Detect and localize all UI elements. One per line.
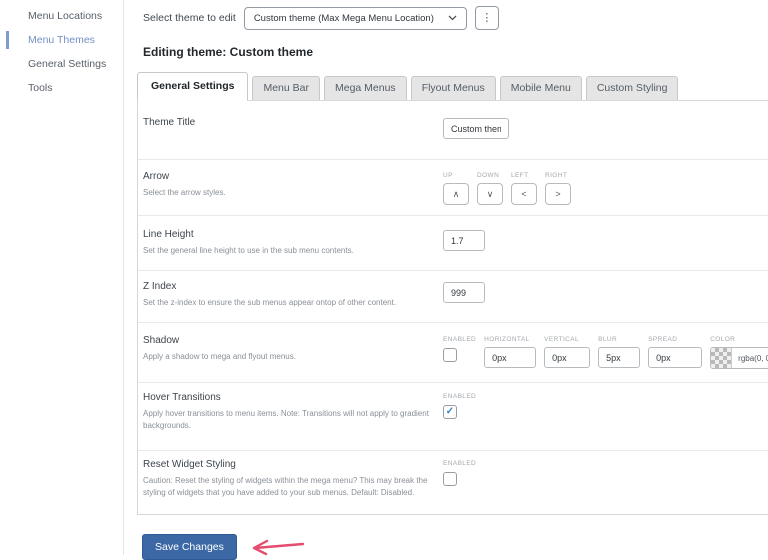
setting-row-shadow: Shadow Apply a shadow to mega and flyout… xyxy=(138,323,768,383)
arrow-down-label: DOWN xyxy=(477,172,500,179)
reset-widget-styling-label: Reset Widget Styling xyxy=(143,459,236,470)
line-height-label: Line Height xyxy=(143,229,194,240)
arrow-up-select[interactable]: ∧ xyxy=(443,183,469,205)
reset-widget-styling-enabled-label: ENABLED xyxy=(443,460,477,467)
tab-flyout-menus[interactable]: Flyout Menus xyxy=(410,76,496,100)
hover-transitions-enabled-label: ENABLED xyxy=(443,393,477,400)
arrow-right-glyph: > xyxy=(555,189,561,199)
z-index-description: Set the z-index to ensure the sub menus … xyxy=(143,298,397,307)
hover-transitions-label: Hover Transitions xyxy=(143,392,221,403)
shadow-blur-input[interactable] xyxy=(598,347,641,368)
sidebar-item-menu-themes[interactable]: Menu Themes xyxy=(0,28,123,52)
setting-row-line-height: Line Height Set the general line height … xyxy=(138,216,768,271)
tab-custom-styling[interactable]: Custom Styling xyxy=(585,76,679,100)
shadow-spread-label: SPREAD xyxy=(648,336,678,343)
save-area: Save Changes xyxy=(142,534,768,560)
theme-select-value: Custom theme (Max Mega Menu Location) xyxy=(253,12,434,24)
arrow-label: Arrow xyxy=(143,171,170,182)
tab-mobile-menu[interactable]: Mobile Menu xyxy=(499,76,582,100)
annotation-arrow-icon xyxy=(252,539,305,556)
arrow-left-glyph: < xyxy=(521,189,527,199)
arrow-left-label: LEFT xyxy=(511,172,529,179)
main-content: Select theme to edit Custom theme (Max M… xyxy=(124,0,768,560)
shadow-blur-label: BLUR xyxy=(598,336,618,343)
shadow-vertical-input[interactable] xyxy=(544,347,591,368)
sidebar-item-general-settings[interactable]: General Settings xyxy=(0,52,123,76)
arrow-down-select[interactable]: ∨ xyxy=(477,183,503,205)
shadow-horizontal-label: HORIZONTAL xyxy=(484,336,530,343)
theme-title-input[interactable] xyxy=(443,118,509,139)
arrow-up-glyph: ∧ xyxy=(452,188,460,199)
chevron-down-icon xyxy=(448,15,457,21)
reset-widget-styling-checkbox[interactable] xyxy=(443,472,457,486)
tab-menu-bar[interactable]: Menu Bar xyxy=(252,76,320,100)
line-height-description: Set the general line height to use in th… xyxy=(143,246,354,255)
hover-transitions-checkbox[interactable] xyxy=(443,405,457,419)
shadow-label: Shadow xyxy=(143,335,180,346)
kebab-icon: ⋮ xyxy=(481,11,493,24)
arrow-right-select[interactable]: > xyxy=(545,183,571,205)
shadow-vertical-label: VERTICAL xyxy=(544,336,580,343)
arrow-up-label: UP xyxy=(443,172,453,179)
theme-options-kebab-button[interactable]: ⋮ xyxy=(474,6,499,30)
hover-transitions-description: Apply hover transitions to menu items. N… xyxy=(143,409,429,430)
arrow-left-select[interactable]: < xyxy=(511,183,537,205)
save-changes-button[interactable]: Save Changes xyxy=(142,534,237,560)
transparency-swatch xyxy=(711,348,733,368)
reset-widget-styling-description: Caution: Reset the styling of widgets wi… xyxy=(143,476,428,497)
shadow-description: Apply a shadow to mega and flyout menus. xyxy=(143,352,296,361)
shadow-color-label: COLOR xyxy=(710,336,736,343)
theme-title-label: Theme Title xyxy=(143,117,196,128)
tab-mega-menus[interactable]: Mega Menus xyxy=(323,76,407,100)
shadow-enabled-checkbox[interactable] xyxy=(443,348,457,362)
arrow-right-label: RIGHT xyxy=(545,172,568,179)
z-index-label: Z Index xyxy=(143,281,177,292)
shadow-color-picker[interactable]: rgba(0, 0, 0, 0.1) xyxy=(710,347,768,369)
select-theme-label: Select theme to edit xyxy=(143,12,236,24)
setting-row-theme-title: Theme Title xyxy=(138,101,768,160)
page-title: Editing theme: Custom theme xyxy=(143,45,314,59)
page: Menu Locations Menu Themes General Setti… xyxy=(0,0,768,560)
arrow-down-glyph: ∨ xyxy=(486,188,494,199)
tab-general-settings[interactable]: General Settings xyxy=(137,72,249,101)
shadow-horizontal-input[interactable] xyxy=(484,347,537,368)
plugin-sidebar: Menu Locations Menu Themes General Setti… xyxy=(0,0,124,555)
sidebar-item-tools[interactable]: Tools xyxy=(0,76,123,100)
z-index-input[interactable] xyxy=(443,282,485,303)
general-settings-panel: Theme Title Arrow Select the arrow style… xyxy=(137,100,768,515)
theme-select-bar: Select theme to edit Custom theme (Max M… xyxy=(143,6,768,30)
sidebar-item-menu-locations[interactable]: Menu Locations xyxy=(0,4,123,28)
setting-row-z-index: Z Index Set the z-index to ensure the su… xyxy=(138,271,768,323)
setting-row-arrow: Arrow Select the arrow styles. UP ∧ DOWN… xyxy=(138,160,768,216)
setting-row-hover-transitions: Hover Transitions Apply hover transition… xyxy=(138,383,768,451)
shadow-enabled-label: ENABLED xyxy=(443,336,477,343)
theme-select-dropdown[interactable]: Custom theme (Max Mega Menu Location) xyxy=(243,6,467,30)
arrow-description: Select the arrow styles. xyxy=(143,188,226,197)
theme-tabs: General Settings Menu Bar Mega Menus Fly… xyxy=(137,72,768,101)
shadow-color-value: rgba(0, 0, 0, 0.1) xyxy=(738,353,768,363)
shadow-spread-input[interactable] xyxy=(648,347,703,368)
line-height-input[interactable] xyxy=(443,230,485,251)
setting-row-reset-widget-styling: Reset Widget Styling Caution: Reset the … xyxy=(138,451,768,514)
